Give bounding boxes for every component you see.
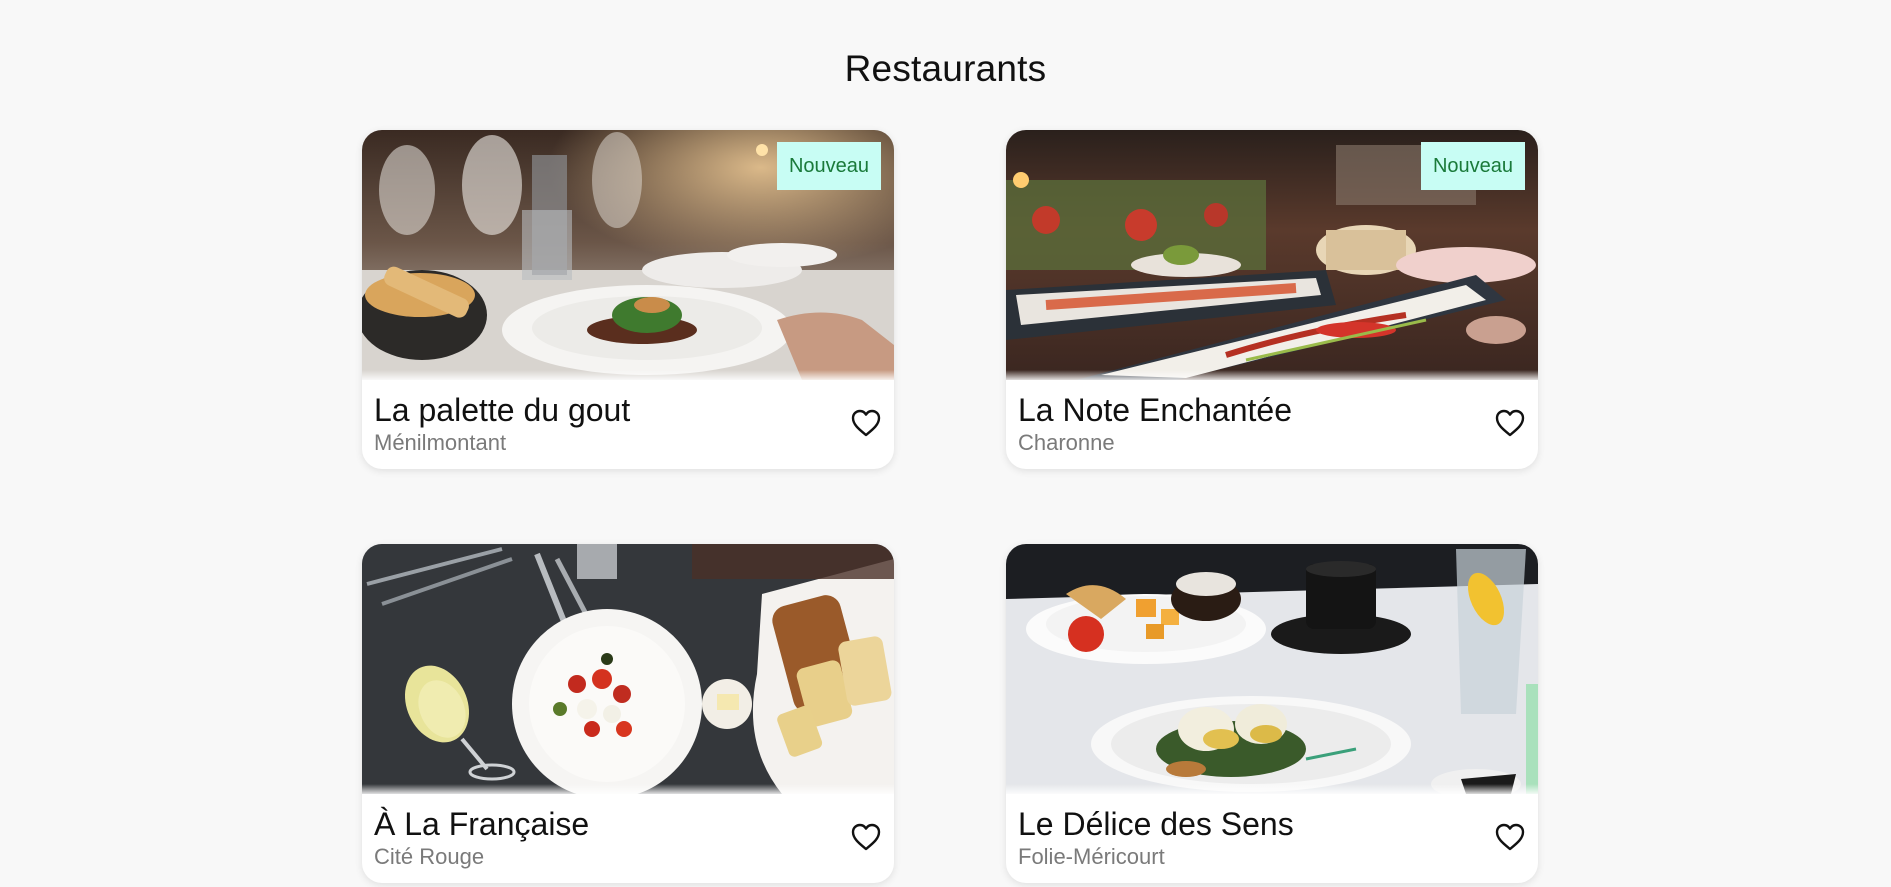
- restaurant-card[interactable]: Nouveau La palette du gout Ménilmontant: [362, 130, 894, 469]
- restaurant-name: Le Délice des Sens: [1018, 806, 1294, 842]
- restaurant-card[interactable]: À La Française Cité Rouge: [362, 544, 894, 883]
- restaurant-location: Charonne: [1018, 430, 1115, 455]
- card-info: À La Française Cité Rouge: [362, 794, 894, 883]
- restaurant-location: Cité Rouge: [374, 844, 485, 869]
- restaurant-photo: [362, 544, 894, 794]
- card-info: La Note Enchantée Charonne: [1006, 380, 1538, 469]
- heart-outline-icon: [851, 409, 881, 437]
- restaurant-photo: Nouveau: [1006, 130, 1538, 380]
- restaurant-photo: Nouveau: [362, 130, 894, 380]
- page-title: Restaurants: [844, 48, 1047, 89]
- new-badge: Nouveau: [777, 142, 881, 190]
- restaurant-card[interactable]: Le Délice des Sens Folie-Méricourt: [1006, 544, 1538, 883]
- restaurant-photo: [1006, 544, 1538, 794]
- favorite-button[interactable]: [1494, 408, 1526, 438]
- restaurant-location: Folie-Méricourt: [1018, 844, 1165, 869]
- restaurants-page: Restaurants Nouveau La palette du gout M…: [0, 0, 1891, 887]
- restaurant-name: À La Française: [374, 806, 590, 842]
- card-info: Le Délice des Sens Folie-Méricourt: [1006, 794, 1538, 883]
- restaurant-card[interactable]: Nouveau La Note Enchantée Charonne: [1006, 130, 1538, 469]
- new-badge: Nouveau: [1421, 142, 1525, 190]
- restaurant-name: La palette du gout: [374, 392, 631, 428]
- heart-outline-icon: [1495, 409, 1525, 437]
- favorite-button[interactable]: [850, 822, 882, 852]
- card-info: La palette du gout Ménilmontant: [362, 380, 894, 469]
- favorite-button[interactable]: [850, 408, 882, 438]
- restaurant-location: Ménilmontant: [374, 430, 507, 455]
- favorite-button[interactable]: [1494, 822, 1526, 852]
- heart-outline-icon: [851, 823, 881, 851]
- restaurant-name: La Note Enchantée: [1018, 392, 1292, 428]
- heart-outline-icon: [1495, 823, 1525, 851]
